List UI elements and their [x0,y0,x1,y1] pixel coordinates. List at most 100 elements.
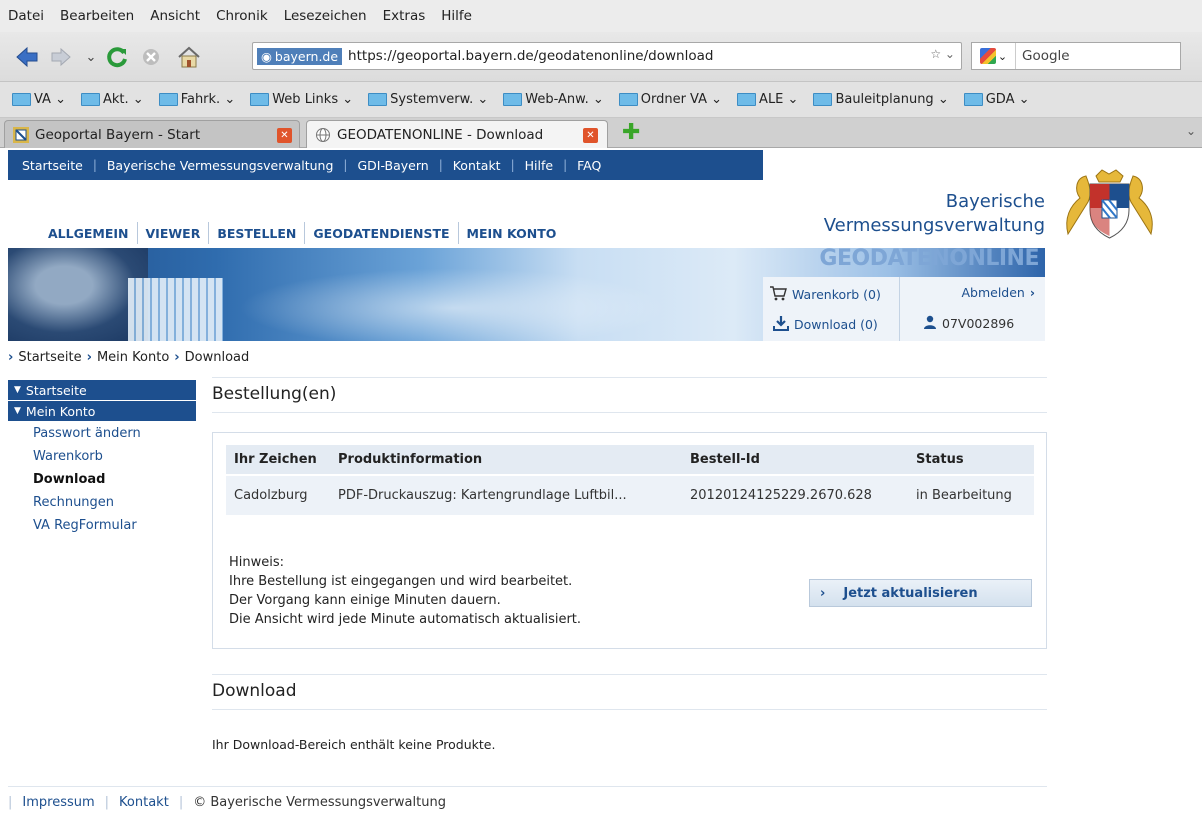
site-identity-icon: ◉ [261,48,272,64]
refresh-now-button[interactable]: › Jetzt aktualisieren [809,579,1032,607]
bookmark-label: Ordner VA [640,92,708,107]
chevron-right-icon: › [174,350,180,365]
user-account[interactable]: 07V002896 [923,315,1014,332]
logout-link[interactable]: Abmelden › [961,285,1035,300]
sidenav-head-mein-konto[interactable]: ▼ Mein Konto [8,401,196,422]
divider [457,222,459,244]
sidenav-head-label: Startseite [25,382,87,398]
topnav-hilfe[interactable]: Hilfe [525,158,553,173]
mainnav-bestellen[interactable]: BESTELLEN [217,226,296,241]
google-icon [979,48,996,64]
hint-line: Die Ansicht wird jede Minute automatisch… [229,612,582,627]
cart-label: Warenkorb (0) [792,287,881,302]
table-row[interactable]: Cadolzburg PDF-Druckauszug: Kartengrundl… [226,474,1034,515]
mainnav-geodatendienste[interactable]: GEODATENDIENSTE [313,226,449,241]
orders-panel: Ihr Zeichen Produktinformation Bestell-I… [212,432,1047,649]
mainnav-allgemein[interactable]: ALLGEMEIN [48,226,129,241]
tab-close-icon[interactable]: ✕ [277,128,292,143]
menu-datei[interactable]: Datei [8,8,44,24]
sidenav-va-regformular[interactable]: VA RegFormular [8,514,196,537]
hint-line: Ihre Bestellung ist eingegangen und wird… [229,574,573,589]
sidenav-passwort-aendern[interactable]: Passwort ändern [8,422,196,445]
folder-icon [813,93,833,106]
folder-icon [368,93,388,106]
orders-section-title: Bestellung(en) [212,377,1047,413]
cart-link[interactable]: Warenkorb (0) [769,285,881,304]
reload-icon[interactable] [104,44,130,70]
search-bar[interactable]: ⌄ Google [971,42,1181,70]
chevron-down-icon: ⌄ [997,49,1008,63]
menu-lesezeichen[interactable]: Lesezeichen [284,8,367,24]
tab-label: GEODATENONLINE - Download [337,126,544,143]
divider: | [104,795,110,810]
sidenav-download[interactable]: Download [8,468,196,491]
footer-impressum-link[interactable]: Impressum [22,795,94,810]
history-dropdown-icon[interactable]: ⌄ [78,44,104,70]
stop-icon[interactable] [138,44,164,70]
folder-icon [12,93,31,106]
sidenav-rechnungen[interactable]: Rechnungen [8,491,196,514]
divider: | [510,158,515,172]
topnav-kontakt[interactable]: Kontakt [453,158,501,173]
bookmark-folder-weblinks[interactable]: Web Links ⌄ [250,92,353,107]
bookmark-folder-akt[interactable]: Akt. ⌄ [81,92,144,107]
bookmark-folder-va[interactable]: VA ⌄ [12,92,66,107]
sidenav-head-label: Mein Konto [25,403,96,419]
url-text[interactable]: https://geoportal.bayern.de/geodatenonli… [348,48,713,64]
tab-list-icon[interactable]: ⌄ [1186,124,1196,138]
download-link[interactable]: Download (0) [773,315,878,334]
forward-icon[interactable] [48,44,74,70]
chevron-down-icon: ▼ [14,406,21,416]
divider [304,222,306,244]
download-count-label: Download (0) [794,317,878,332]
orders-table: Ihr Zeichen Produktinformation Bestell-I… [226,445,1034,515]
menu-chronik[interactable]: Chronik [216,8,268,24]
breadcrumb-mein-konto[interactable]: Mein Konto [97,350,169,365]
site-identity-badge[interactable]: ◉ bayern.de [257,47,343,65]
footer-copyright: © Bayerische Vermessungsverwaltung [193,795,446,810]
tab-geodatenonline-download[interactable]: GEODATENONLINE - Download ✕ [306,120,608,148]
folder-icon [158,93,178,106]
bookmark-folder-ordnerva[interactable]: Ordner VA ⌄ [618,92,722,107]
banner-monitor-graphic [128,278,223,341]
topnav-startseite[interactable]: Startseite [22,158,83,173]
download-section-title: Download [212,674,1047,710]
folder-icon [81,93,100,106]
search-input[interactable]: Google [1022,48,1070,64]
search-engine-selector[interactable]: ⌄ [972,43,1016,69]
bookmark-folder-fahrk[interactable]: Fahrk. ⌄ [158,92,235,107]
new-tab-icon[interactable]: ✚ [622,122,640,144]
hint-line: Hinweis: [229,555,285,570]
bookmark-folder-bauleitplanung[interactable]: Bauleitplanung ⌄ [813,92,949,107]
bookmark-label: Fahrk. [180,92,221,107]
sidenav-warenkorb[interactable]: Warenkorb [8,445,196,468]
tab-geoportal-start[interactable]: Geoportal Bayern - Start ✕ [4,120,300,148]
footer-kontakt-link[interactable]: Kontakt [119,795,169,810]
menu-extras[interactable]: Extras [383,8,426,24]
breadcrumb-startseite[interactable]: Startseite [18,350,81,365]
menu-hilfe[interactable]: Hilfe [441,8,472,24]
bookmark-folder-webanw[interactable]: Web-Anw. ⌄ [503,92,604,107]
banner-wave-graphic [238,268,668,341]
url-bar[interactable]: ◉ bayern.de https://geoportal.bayern.de/… [252,42,962,70]
tab-close-icon[interactable]: ✕ [583,128,598,143]
divider: | [8,795,13,810]
bookmark-folder-gda[interactable]: GDA ⌄ [963,92,1030,107]
home-icon[interactable] [176,44,202,70]
chevron-down-icon: ▼ [14,385,21,395]
topnav-vermessungsverwaltung[interactable]: Bayerische Vermessungsverwaltung [107,158,334,173]
menu-bearbeiten[interactable]: Bearbeiten [60,8,134,24]
bookmark-folder-systemverw[interactable]: Systemverw. ⌄ [368,92,488,107]
tab-bar: Geoportal Bayern - Start ✕ GEODATENONLIN… [0,118,1202,148]
mainnav-mein-konto[interactable]: MEIN KONTO [467,226,557,241]
sidenav-head-startseite[interactable]: ▼ Startseite [8,380,196,401]
bookmark-folder-ale[interactable]: ALE ⌄ [737,92,798,107]
bookmark-star-icon[interactable]: ☆ ⌄ [930,47,955,61]
topnav-faq[interactable]: FAQ [577,158,601,173]
topnav-gdi-bayern[interactable]: GDI-Bayern [357,158,428,173]
mainnav-viewer[interactable]: VIEWER [146,226,201,241]
cell-zeichen: Cadolzburg [226,474,330,515]
back-icon[interactable] [14,44,40,70]
coat-of-arms-logo [1062,168,1157,240]
menu-ansicht[interactable]: Ansicht [150,8,200,24]
